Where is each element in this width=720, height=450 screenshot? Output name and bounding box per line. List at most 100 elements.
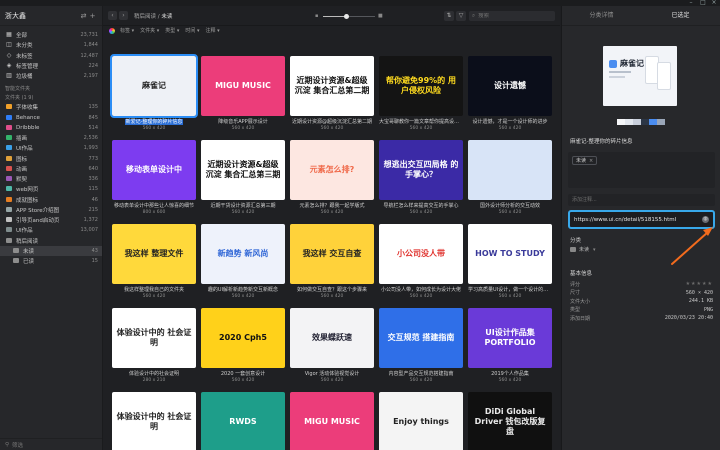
filter-4[interactable]: 注释 ▾ (206, 27, 220, 34)
asset-thumbnail[interactable]: 近期设计资源&超级沉淀 集合汇总第三期 (201, 140, 285, 200)
sidebar-folder[interactable]: 未读 43 (0, 245, 102, 256)
rating-stars[interactable]: ★★★★★ (686, 281, 713, 287)
zoom-thumb[interactable] (343, 13, 349, 19)
asset-thumbnail[interactable]: UI设计作品集 PORTFOLIO (468, 308, 552, 368)
asset-thumbnail[interactable]: 设计遗憾 (468, 56, 552, 116)
folder-label: 动画 (16, 166, 28, 173)
asset-card[interactable]: 元素怎么排? 元素怎么排？跟我一起学版式 560 x 420 (290, 140, 374, 215)
asset-card[interactable]: 近期设计资源&超级沉淀 集合汇总第二期 近期设计资源@超级沉淀汇总第二期 560 x… (290, 56, 374, 131)
sidebar-folder[interactable]: 图标 773 (0, 154, 102, 164)
zoom-slider[interactable]: ▪ ■ (315, 13, 383, 19)
sidebar-folder[interactable]: 稍后阅读 (0, 236, 102, 246)
asset-thumbnail[interactable]: MIGU MUSIC (290, 392, 374, 450)
sort-button[interactable]: ⇅ (444, 11, 454, 21)
asset-card[interactable]: HOW TO STUDY 学习高质量UI设计，做一个设计的初学者 560 x 420 (468, 224, 552, 299)
asset-card[interactable]: 我这样 交互自查 如何做交互自查？跟这个步骤来 560 x 420 (290, 224, 374, 299)
asset-size: 560 x 420 (231, 210, 255, 215)
asset-card[interactable]: 新趋势 新风尚 趣的UI解析新趋势新交互新概念 560 x 420 (201, 224, 285, 299)
asset-thumbnail[interactable]: 移动表单设计中 (112, 140, 196, 200)
asset-thumbnail[interactable]: 效果蝶跃速 (290, 308, 374, 368)
asset-thumbnail[interactable]: 我这样 整理文件 (112, 224, 196, 284)
asset-thumbnail[interactable]: 体验设计中的 社会证明 (112, 392, 196, 450)
folder-count: 2,536 (83, 135, 98, 142)
sync-icon[interactable]: ⇄ (79, 12, 88, 20)
asset-thumbnail[interactable]: 交互规范 搭建指南 (379, 308, 463, 368)
filter-0[interactable]: 标签 ▾ (120, 27, 134, 34)
add-icon[interactable]: + (88, 12, 97, 20)
asset-card[interactable]: DiDi Global Driver 钱包改版复盘DiDi Global Dri… (468, 392, 552, 450)
sidebar-item-all[interactable]: ▦ 全部 23,731 (0, 30, 102, 40)
asset-thumbnail[interactable]: 麻雀记 (110, 54, 198, 118)
asset-thumbnail[interactable]: 体验设计中的 社会证明 (112, 308, 196, 368)
asset-card[interactable]: 国外设计师分析的交互动效 560 x 420 (468, 140, 552, 215)
asset-thumbnail[interactable]: Enjoy things (379, 392, 463, 450)
sidebar-item-unsorted[interactable]: ◫ 未分类 1,844 (0, 40, 102, 50)
sidebar-filter[interactable]: ⚲ 筛选 (0, 438, 102, 450)
asset-thumbnail[interactable]: 想逃出交互四局格 的手掌心？ (379, 140, 463, 200)
asset-card[interactable]: 2020 Cph5 2020 一套创意设计 560 x 420 (201, 308, 285, 383)
asset-thumbnail[interactable]: 近期设计资源&超级沉淀 集合汇总第二期 (290, 56, 374, 116)
asset-thumbnail[interactable]: 2020 Cph5 (201, 308, 285, 368)
back-button[interactable]: ‹ (108, 11, 117, 20)
asset-card[interactable]: 麻雀记 新爱记-整理你的碎片信息 560 x 420 (110, 54, 198, 131)
filter-2[interactable]: 类型 ▾ (165, 27, 179, 34)
color-filter-icon[interactable] (109, 27, 115, 34)
asset-thumbnail[interactable]: DiDi Global Driver 钱包改版复盘 (468, 392, 552, 450)
asset-card[interactable]: 体验设计中的 社会证明 体验设计中的社会证明 280 x 210 (112, 308, 196, 383)
asset-thumbnail[interactable] (468, 140, 552, 200)
sidebar-folder[interactable]: 默契 336 (0, 174, 102, 184)
asset-card[interactable]: 体验设计中的 社会证明体验设计中的社会证明 (112, 392, 196, 450)
sidebar-folder[interactable]: 引导页and启动页 1,372 (0, 215, 102, 225)
sidebar-folder[interactable]: 插画 2,536 (0, 133, 102, 143)
filter-button[interactable]: ▽ (456, 11, 466, 21)
search-input[interactable] (478, 13, 549, 19)
asset-thumbnail[interactable]: 新趋势 新风尚 (201, 224, 285, 284)
asset-card[interactable]: 效果蝶跃速 Vigor 活动体验视觉设计 560 x 420 (290, 308, 374, 383)
folder-label: 图标 (16, 156, 28, 163)
asset-card[interactable]: 我这样 整理文件 我这样整理我自己的文件夹 560 x 420 (112, 224, 196, 299)
sidebar-folder[interactable]: Dribbble 514 (0, 123, 102, 133)
sidebar-folder[interactable]: UI作品 13,007 (0, 225, 102, 235)
folders-title[interactable]: 文件夹 (1 9) (0, 93, 102, 102)
library-name[interactable]: 浙大鑫 (5, 11, 79, 21)
asset-card[interactable]: 移动表单设计中 移动表单设计中那些让人惊喜的细节 800 x 600 (112, 140, 196, 215)
asset-card[interactable]: RWDSRWDS (201, 392, 285, 450)
folder-count: 13,007 (80, 227, 99, 234)
sidebar-folder[interactable]: 已读 15 (0, 256, 102, 266)
asset-thumbnail[interactable]: RWDS (201, 392, 285, 450)
sidebar-folder[interactable]: UI作品 1,993 (0, 143, 102, 153)
asset-card[interactable]: 近期设计资源&超级沉淀 集合汇总第三期 近期干货设计资源汇总第三期 560 x 42… (201, 140, 285, 215)
asset-thumbnail[interactable]: 我这样 交互自查 (290, 224, 374, 284)
sidebar-folder[interactable]: web网页 115 (0, 184, 102, 194)
sidebar-folder[interactable]: APP Store介绍图 215 (0, 205, 102, 215)
asset-thumbnail[interactable]: 元素怎么排? (290, 140, 374, 200)
asset-thumbnail[interactable]: HOW TO STUDY (468, 224, 552, 284)
sidebar-folder[interactable]: Behance 845 (0, 113, 102, 123)
sidebar-item-tag[interactable]: ◈ 标签管理 224 (0, 61, 102, 71)
filter-3[interactable]: 时间 ▾ (185, 27, 199, 34)
asset-card[interactable]: 帮你避免99%的 用户侵权风险 大宝哥聊教你一篇文章帮你提高设计效率 560 x 4… (379, 56, 463, 131)
asset-thumbnail[interactable]: MIGU MUSIC (201, 56, 285, 116)
folder-icon (5, 145, 13, 151)
search-icon: ⌕ (472, 12, 476, 19)
forward-button[interactable]: › (119, 11, 128, 20)
asset-card[interactable]: UI设计作品集 PORTFOLIO 2019个人作品集 560 x 420 (468, 308, 552, 383)
asset-thumbnail[interactable]: 小公司没人带 (379, 224, 463, 284)
asset-thumbnail[interactable]: 帮你避免99%的 用户侵权风险 (379, 56, 463, 116)
asset-card[interactable]: 小公司没人带 小公司没人带，如何成长为设计大佬 560 x 420 (379, 224, 463, 299)
asset-card[interactable]: 交互规范 搭建指南 内容型产品交互规范搭建指南 560 x 420 (379, 308, 463, 383)
asset-card[interactable]: 想逃出交互四局格 的手掌心？ 导航栏怎么样来提高交互的手掌心 560 x 420 (379, 140, 463, 215)
filter-1[interactable]: 文件夹 ▾ (140, 27, 159, 34)
asset-card[interactable]: MIGU MUSIC 降级音乐APP展示设计 560 x 420 (201, 56, 285, 131)
smart-folders-title[interactable]: 智能文件夹 (0, 84, 102, 93)
sidebar-item-untagged[interactable]: ◇ 未标签 12,487 (0, 51, 102, 61)
sidebar-item-trash[interactable]: ▥ 垃圾桶 2,197 (0, 71, 102, 81)
asset-card[interactable]: 设计遗憾 设计遗憾，才是一个设计师的进步 560 x 420 (468, 56, 552, 131)
asset-card[interactable]: Enjoy thingsEnjoy things (379, 392, 463, 450)
search-box[interactable]: ⌕ (469, 11, 555, 21)
breadcrumb-parent[interactable]: 稍后阅读 (134, 14, 156, 20)
asset-card[interactable]: MIGU MUSICMIGU MUSIC (290, 392, 374, 450)
sidebar-folder[interactable]: 动画 640 (0, 164, 102, 174)
sidebar-folder[interactable]: 字体收集 135 (0, 102, 102, 112)
sidebar-folder[interactable]: 成就图标 46 (0, 195, 102, 205)
